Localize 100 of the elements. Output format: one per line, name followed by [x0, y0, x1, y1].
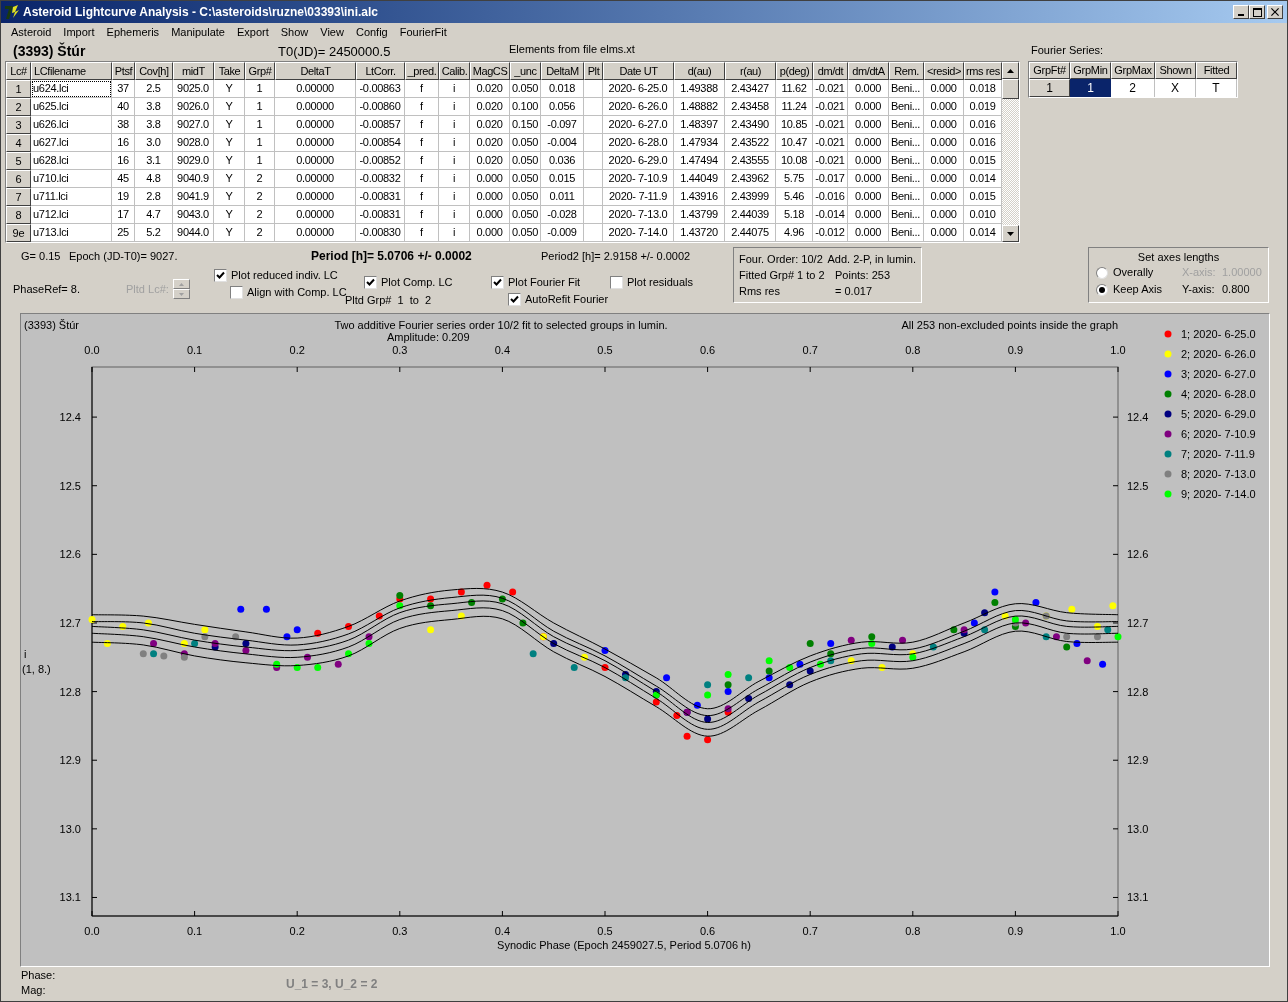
table-cell: 0.00000 [275, 188, 356, 206]
summary-label: Fitted Grp# 1 to 2 [739, 267, 826, 283]
phase-ref-value: PhaseRef= 8. [13, 281, 81, 297]
legend-label: 2; 2020- 6-26.0 [1181, 348, 1256, 360]
tick-label: 12.9 [59, 754, 81, 767]
window-title: Asteroid Lightcurve Analysis - C:\asteroids\ruzne\03393\ini.alc [23, 4, 378, 21]
axis-label: Synodic Phase (Epoch 2459027.5, Period 5.0706 h) [497, 939, 751, 951]
tick-label: 0.1 [186, 925, 203, 937]
chart-object-name: (3393) Štúr [24, 319, 80, 331]
table-cell: 4.7 [135, 206, 173, 224]
tick-label: 0.6 [699, 344, 716, 356]
table-cell: 0.000 [924, 98, 964, 116]
table-cell: 0.020 [470, 116, 510, 134]
tick-label: 12.5 [1127, 479, 1149, 492]
tick-label: 12.8 [1127, 685, 1149, 698]
table-cell: 0.00000 [275, 224, 356, 242]
tick-label: 1.0 [1110, 925, 1126, 937]
summary-label: Four. Order: 10/2 [739, 251, 824, 267]
table-cell: Y [214, 116, 245, 134]
table-cell: -0.021 [813, 80, 848, 98]
table-cell: -0.00857 [356, 116, 405, 134]
table-cell: 0.000 [924, 206, 964, 224]
table-cell: 1.47494 [674, 152, 725, 170]
table-cell: 0.000 [924, 80, 964, 98]
table-cell: i [439, 206, 470, 224]
legend-label: 3; 2020- 6-27.0 [1181, 368, 1256, 380]
table-cell: 2.44075 [725, 224, 776, 242]
table-cell: 0.150 [510, 116, 541, 134]
table-cell: 16 [112, 134, 135, 152]
table-cell: 9029.0 [173, 152, 214, 170]
period2-value: Period2 [h]= 2.9158 +/- 0.0002 [541, 248, 691, 264]
table-cell: i [439, 134, 470, 152]
table-cell: 0.00000 [275, 170, 356, 188]
table-cell: -0.012 [813, 224, 848, 242]
table-cell: 2.8 [135, 188, 173, 206]
table-cell: Beni... [889, 134, 924, 152]
table-cell: 0.050 [510, 152, 541, 170]
table-cell: -0.00831 [356, 188, 405, 206]
table-cell: 0.00000 [275, 152, 356, 170]
table-cell: 4.96 [776, 224, 813, 242]
table-cell: 0.00000 [275, 134, 356, 152]
table-cell: -0.00832 [356, 170, 405, 188]
table-cell: 0.000 [848, 134, 889, 152]
period-value: Period [h]= 5.0706 +/- 0.0002 [311, 248, 473, 265]
table-cell: 16 [112, 152, 135, 170]
table-cell: 0.000 [848, 116, 889, 134]
table-cell: 11.24 [776, 98, 813, 116]
table-cell: 0.000 [924, 152, 964, 170]
table-cell: 9026.0 [173, 98, 214, 116]
table-cell: 0.000 [470, 206, 510, 224]
table-cell: -0.028 [541, 206, 584, 224]
legend-label: 4; 2020- 6-28.0 [1181, 388, 1256, 400]
table-cell: 4.8 [135, 170, 173, 188]
tick-label: 1.0 [1110, 344, 1126, 356]
table-cell: -0.00854 [356, 134, 405, 152]
table-cell: 0.056 [541, 98, 584, 116]
table-cell: 0.00000 [275, 80, 356, 98]
table-cell: Y [214, 170, 245, 188]
table-cell: Beni... [889, 152, 924, 170]
table-cell: 9027.0 [173, 116, 214, 134]
table-cell: Beni... [889, 224, 924, 242]
table-cell: -0.00860 [356, 98, 405, 116]
table-cell: 3.8 [135, 98, 173, 116]
g-value: G= 0.15 [21, 248, 62, 264]
legend-label: 8; 2020- 7-13.0 [1181, 468, 1256, 480]
table-cell: 5.75 [776, 170, 813, 188]
tick-label: 0.7 [802, 925, 818, 937]
table-cell: 0.000 [848, 170, 889, 188]
table-cell: 3.8 [135, 116, 173, 134]
tick-label: 0.3 [392, 925, 408, 937]
table-cell: 2020- 7-14.0 [603, 224, 674, 242]
table-cell: 0.000 [470, 224, 510, 242]
table-cell: u713.lci [31, 224, 112, 242]
tick-label: 12.7 [1127, 616, 1149, 629]
table-cell: Y [214, 188, 245, 206]
table-cell: u710.lci [31, 170, 112, 188]
table-cell: 1 [245, 152, 275, 170]
tick-label: 12.5 [59, 479, 81, 492]
tick-label: 12.4 [1127, 411, 1149, 424]
table-cell: 0.015 [541, 170, 584, 188]
table-cell: 0.020 [470, 80, 510, 98]
table-cell: 19 [112, 188, 135, 206]
mag-label: Mag: [21, 983, 47, 998]
table-cell: Beni... [889, 80, 924, 98]
table-cell: 2.43522 [725, 134, 776, 152]
table-cell: 0.000 [470, 188, 510, 206]
table-cell: 0.000 [848, 224, 889, 242]
table-cell: 2.43999 [725, 188, 776, 206]
table-cell: 0.000 [924, 134, 964, 152]
summary-value: Points: 253 [835, 267, 891, 283]
table-cell: 2 [245, 170, 275, 188]
table-cell: Y [214, 224, 245, 242]
table-cell: Y [214, 152, 245, 170]
table-cell: 0.000 [848, 152, 889, 170]
axis-label: i [24, 648, 27, 660]
u-values: U_1 = 3, U_2 = 2 [286, 976, 378, 993]
phase-label: Phase: [21, 968, 57, 983]
table-cell: -0.017 [813, 170, 848, 188]
table-cell: 17 [112, 206, 135, 224]
tick-label: 0.7 [802, 344, 818, 356]
